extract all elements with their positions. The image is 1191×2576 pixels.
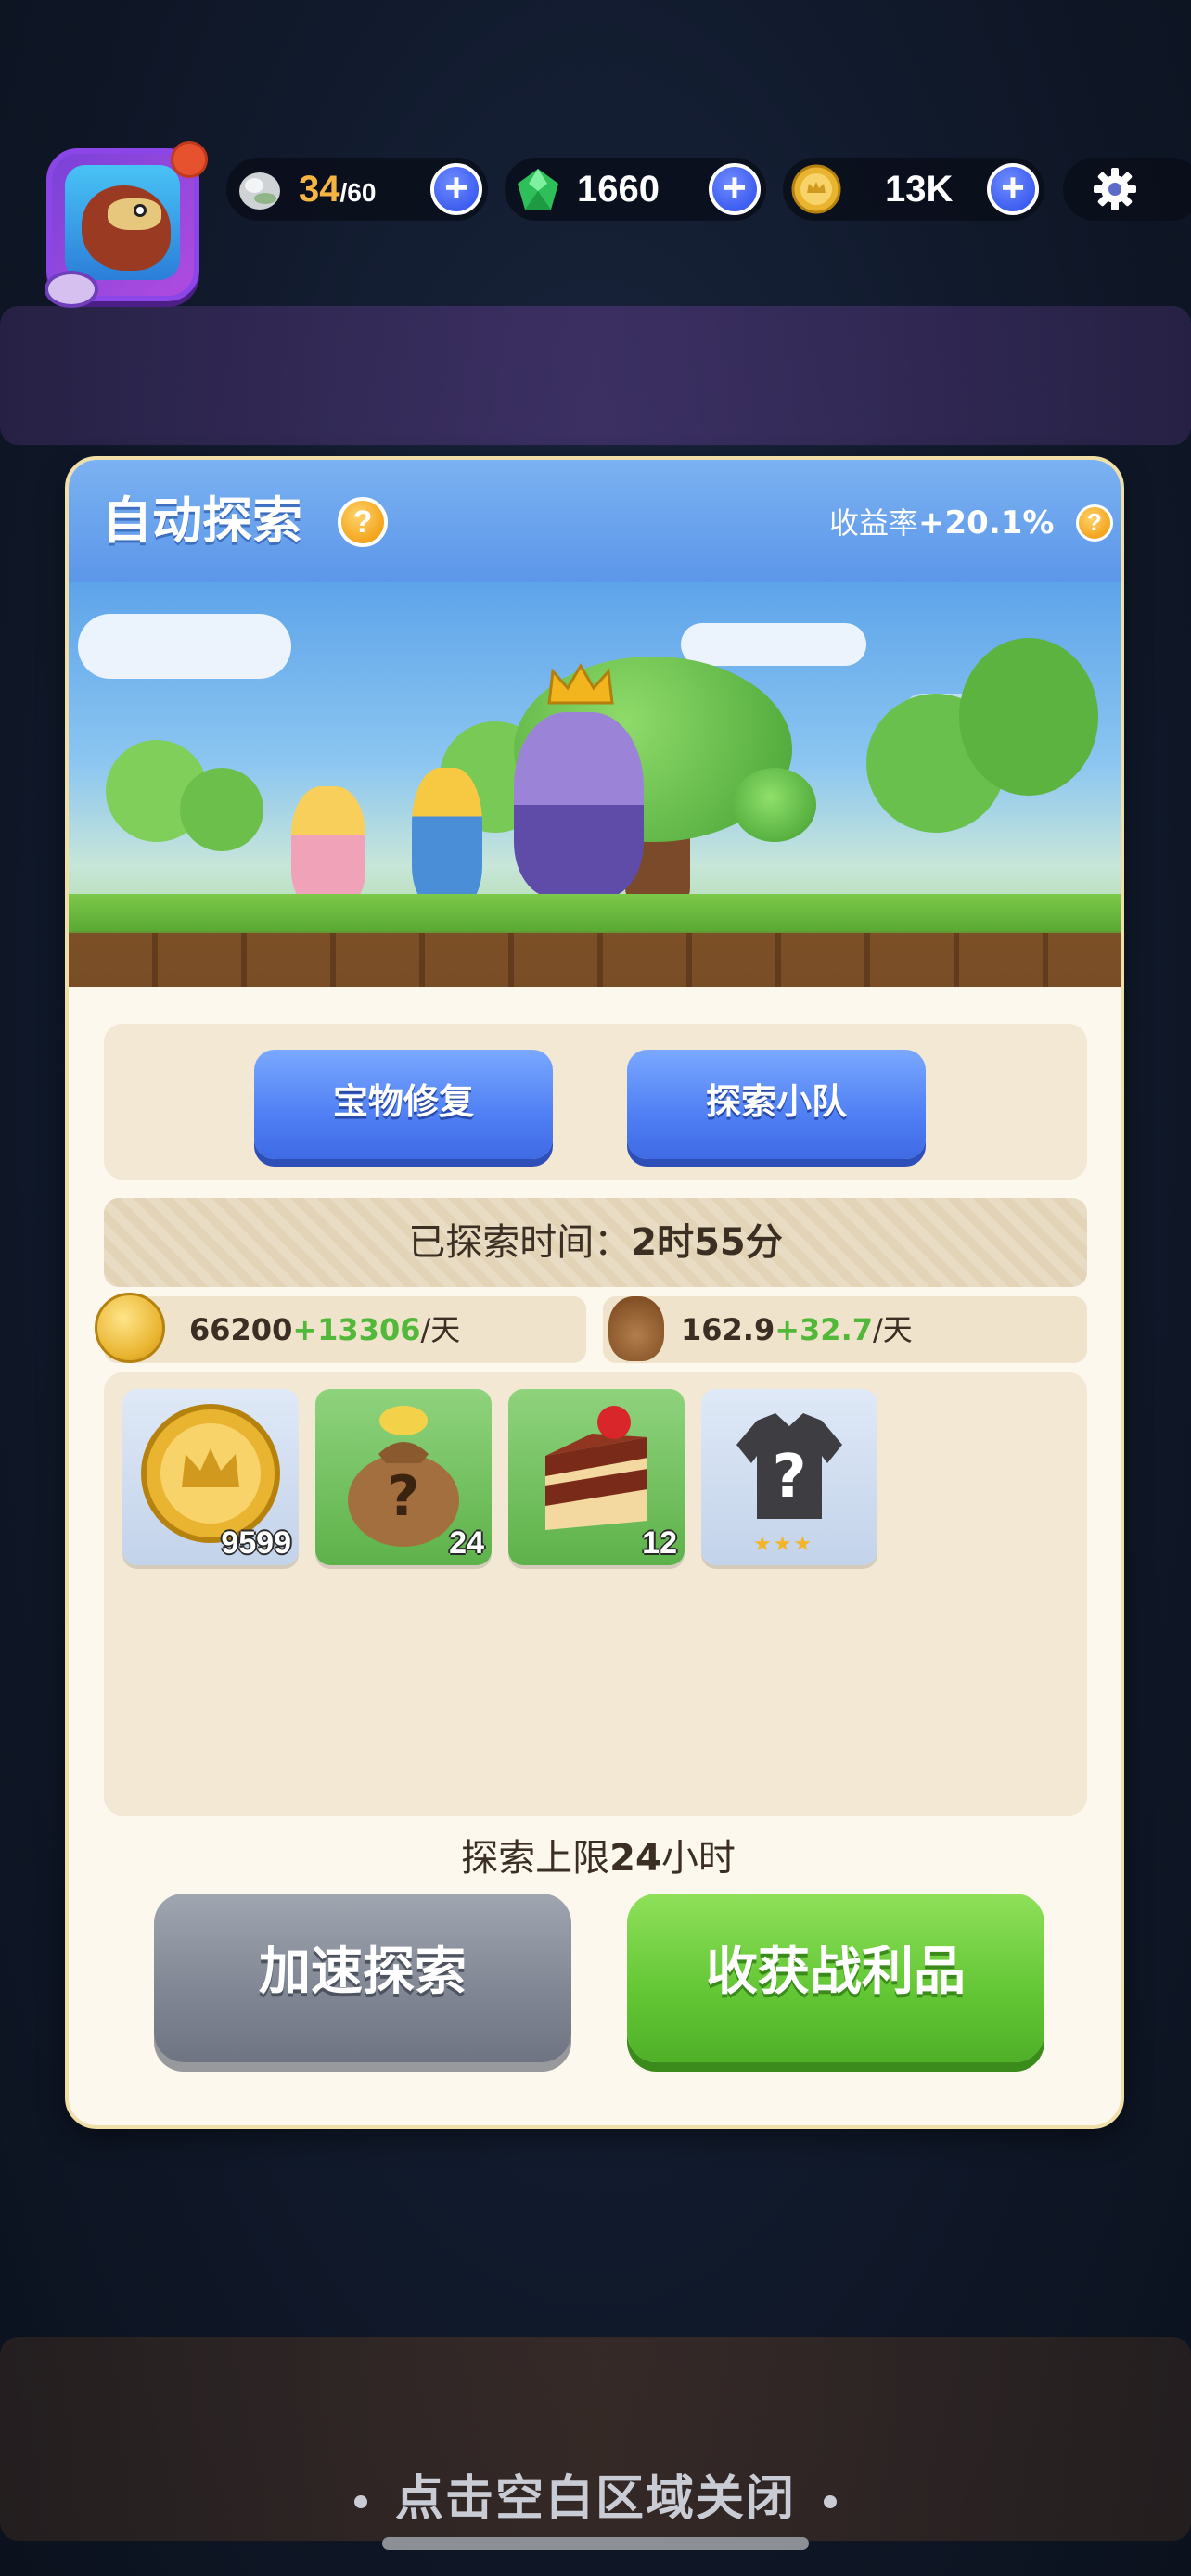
gold-coin-icon [95,1293,165,1363]
add-stamina-button[interactable]: + [430,163,482,215]
player-avatar[interactable] [45,141,208,308]
explore-team-button[interactable]: 探索小队 [627,1050,926,1159]
exploration-scene-image [69,582,1121,987]
coins-value: 13K [885,169,954,210]
action-buttons-area: 宝物修复 探索小队 [104,1024,1087,1180]
notification-dot [171,141,208,178]
add-coins-button[interactable]: + [987,163,1039,215]
explore-time-value: 2时55分 [631,1221,783,1264]
loot-items-grid: 9599 ? 24 12 ? ★★★ [104,1372,1087,1816]
gold-coin-icon [791,164,841,214]
mystery-armor-icon: ? [736,1413,842,1519]
treasure-repair-button[interactable]: 宝物修复 [254,1050,553,1159]
collect-loot-button[interactable]: 收获战利品 [627,1894,1044,2062]
coin-income-row: 66200+13306/天 [104,1296,586,1363]
bag-income-row: 162.9+32.7/天 [603,1296,1087,1363]
dialog-title: 自动探索 [102,491,302,550]
close-hint[interactable]: 点击空白区域关闭 [0,2459,1191,2529]
stamina-value: 34/60 [299,169,377,210]
svg-text:?: ? [772,1443,806,1511]
auto-explore-dialog: 自动探索 ? 收益率+20.1% ? 宝物修复 探索小队 已探索时间：2时55分… [65,456,1124,2129]
loot-item-coin[interactable]: 9599 [122,1389,299,1565]
gray-stone-icon [239,172,280,210]
mystery-bag-icon [608,1296,664,1361]
loot-item-unknown[interactable]: ? ★★★ [701,1389,877,1565]
gear-icon [1094,168,1136,210]
crown-icon [547,663,614,705]
add-gems-button[interactable]: + [709,163,761,215]
home-indicator[interactable] [382,2537,809,2550]
stamina-counter: 34/60 + [226,158,488,221]
bullet-dot [824,2495,837,2508]
avatar-dragon-image [65,165,180,280]
loot-item-mystery-bag[interactable]: ? 24 [315,1389,492,1565]
coins-counter: 13K + [783,158,1044,221]
settings-button[interactable] [1063,158,1191,221]
speed-up-explore-button[interactable]: 加速探索 [154,1894,571,2062]
bullet-dot [353,2495,367,2508]
explore-time-bar: 已探索时间：2时55分 [104,1198,1087,1287]
dialog-header: 自动探索 ? 收益率+20.1% ? [69,460,1121,582]
loot-item-cake[interactable]: 12 [508,1389,685,1565]
rate-help-icon[interactable]: ? [1076,504,1113,542]
rarity-stars-icon: ★★★ [753,1533,814,1556]
avatar-pet-icon [45,271,98,308]
gems-value: 1660 [577,169,660,210]
yield-rate: 收益率+20.1% [829,504,1055,542]
green-gem-icon [518,169,558,210]
gems-counter: 1660 + [505,158,766,221]
explore-limit-text: 探索上限24小时 [461,1837,736,1880]
svg-text:?: ? [388,1464,420,1529]
title-help-icon[interactable]: ? [338,497,388,547]
explore-time-label: 已探索时间： [408,1221,632,1264]
